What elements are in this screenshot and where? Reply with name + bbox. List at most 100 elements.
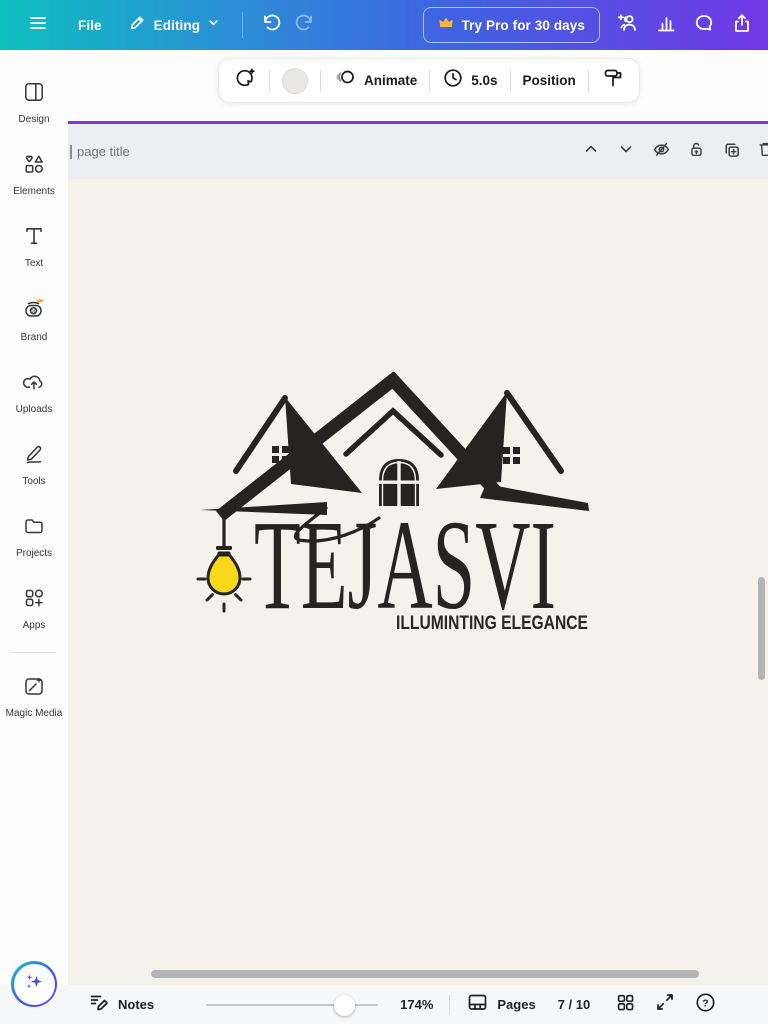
redo-button[interactable]: [291, 11, 319, 39]
canva-assistant-button[interactable]: [11, 961, 57, 1007]
notes-icon: [88, 991, 110, 1018]
person-add-icon: [616, 11, 640, 40]
chevron-up-icon: [583, 142, 599, 162]
background-color-swatch[interactable]: [282, 67, 308, 94]
animate-button[interactable]: Animate: [333, 66, 417, 95]
hide-page-button[interactable]: [651, 142, 671, 162]
redo-icon: [294, 12, 316, 39]
sidebar: Design Elements Text co Brand Uploads To…: [0, 50, 68, 985]
sidebar-item-magic-media[interactable]: Magic Media: [2, 674, 66, 719]
move-page-down-button[interactable]: [616, 142, 636, 162]
vertical-scrollbar[interactable]: [758, 577, 765, 680]
bottombar-divider: [449, 994, 451, 1015]
context-toolbar: Animate 5.0s Position: [218, 58, 640, 103]
fullscreen-button[interactable]: [652, 992, 678, 1018]
insights-button[interactable]: [652, 11, 680, 39]
sidebar-item-uploads[interactable]: Uploads: [2, 370, 66, 415]
sidebar-item-text[interactable]: Text: [2, 224, 66, 269]
svg-text:?: ?: [702, 997, 708, 1009]
sidebar-item-tools[interactable]: Tools: [2, 442, 66, 487]
editor-area: Animate 5.0s Position page title TEJASVI…: [68, 50, 768, 985]
pages-icon: [466, 991, 489, 1019]
paint-roller-icon: [601, 66, 625, 95]
trash-icon: [757, 142, 768, 162]
brand-kit-icon: co: [21, 296, 47, 327]
undo-button[interactable]: [257, 11, 285, 39]
main-menu-button[interactable]: [24, 11, 52, 39]
animate-label: Animate: [364, 73, 418, 88]
logo-tagline: ILLUMINTING ELEGANCE: [396, 613, 588, 634]
delete-page-button[interactable]: [756, 142, 768, 162]
sidebar-item-brand[interactable]: co Brand: [2, 296, 66, 343]
unlock-icon: [687, 142, 705, 162]
bar-chart-icon: [655, 12, 677, 39]
apps-grid-icon: [22, 586, 46, 615]
chevron-down-icon: [618, 142, 634, 162]
sparkles-icon: [21, 969, 47, 1000]
page-title-input[interactable]: page title: [77, 144, 130, 159]
sidebar-item-label: Apps: [22, 620, 46, 631]
lock-page-button[interactable]: [686, 142, 706, 162]
cloud-upload-icon: [22, 370, 46, 399]
sidebar-item-label: Magic Media: [5, 708, 63, 719]
chevron-down-icon: [207, 16, 220, 34]
sidebar-item-label: Text: [24, 258, 44, 269]
try-pro-label: Try Pro for 30 days: [461, 17, 585, 33]
file-menu[interactable]: File: [78, 18, 102, 33]
zoom-slider[interactable]: [206, 994, 379, 1016]
toolbar-divider: [429, 69, 431, 92]
grid-icon: [615, 992, 636, 1018]
toolbar-divider: [269, 69, 270, 92]
elements-icon: [22, 152, 46, 181]
copy-style-button[interactable]: [601, 66, 625, 95]
pages-button[interactable]: Pages: [466, 991, 536, 1019]
hamburger-icon: [27, 12, 49, 39]
sidebar-item-projects[interactable]: Projects: [2, 514, 66, 559]
try-pro-button[interactable]: Try Pro for 30 days: [422, 7, 600, 43]
notes-button[interactable]: Notes: [88, 991, 154, 1018]
sidebar-item-apps[interactable]: Apps: [2, 586, 66, 631]
eye-off-icon: [652, 142, 671, 162]
share-button[interactable]: [728, 11, 756, 39]
sidebar-item-label: Projects: [15, 548, 53, 559]
position-button[interactable]: Position: [523, 73, 576, 88]
comments-button[interactable]: [690, 11, 718, 39]
toolbar-divider: [509, 69, 511, 92]
toolbar-strip: Animate 5.0s Position: [68, 50, 768, 121]
canvas-page[interactable]: TEJASVI ILLUMINTING ELEGANCE: [68, 179, 768, 985]
pencil-icon: [128, 13, 147, 37]
animate-icon: [333, 66, 357, 95]
duplicate-page-button[interactable]: [721, 142, 741, 162]
notes-label: Notes: [118, 997, 155, 1012]
editing-mode-selector[interactable]: Editing: [128, 13, 220, 37]
grid-view-button[interactable]: [612, 992, 638, 1018]
text-cursor: [70, 144, 72, 159]
svg-text:co: co: [30, 309, 37, 315]
folder-icon: [22, 514, 46, 543]
question-mark-icon: ?: [694, 991, 717, 1019]
sidebar-item-label: Tools: [22, 476, 46, 487]
help-button[interactable]: ?: [692, 992, 718, 1018]
tejasvi-logo[interactable]: TEJASVI ILLUMINTING ELEGANCE: [190, 371, 590, 638]
duration-value: 5.0s: [471, 73, 498, 88]
sidebar-item-design[interactable]: Design: [2, 80, 66, 125]
sidebar-item-elements[interactable]: Elements: [2, 152, 66, 197]
position-label: Position: [522, 73, 576, 88]
sidebar-item-label: Brand: [20, 332, 48, 343]
comment-add-icon: [233, 66, 257, 95]
zoom-slider-thumb[interactable]: [334, 994, 356, 1016]
invite-members-button[interactable]: [614, 11, 642, 39]
horizontal-scrollbar[interactable]: [151, 970, 699, 978]
undo-icon: [260, 12, 282, 39]
move-page-up-button[interactable]: [581, 142, 601, 162]
share-icon: [731, 12, 753, 39]
topbar-divider: [242, 12, 244, 38]
add-comment-button[interactable]: [233, 66, 257, 95]
duration-button[interactable]: 5.0s: [442, 67, 498, 94]
sidebar-item-label: Design: [18, 114, 50, 125]
expand-icon: [655, 992, 675, 1017]
clock-icon: [442, 67, 464, 94]
pages-label: Pages: [497, 997, 536, 1012]
sidebar-item-label: Uploads: [15, 404, 53, 415]
bottombar: Notes 174% Pages 7 / 10 ?: [0, 985, 768, 1024]
